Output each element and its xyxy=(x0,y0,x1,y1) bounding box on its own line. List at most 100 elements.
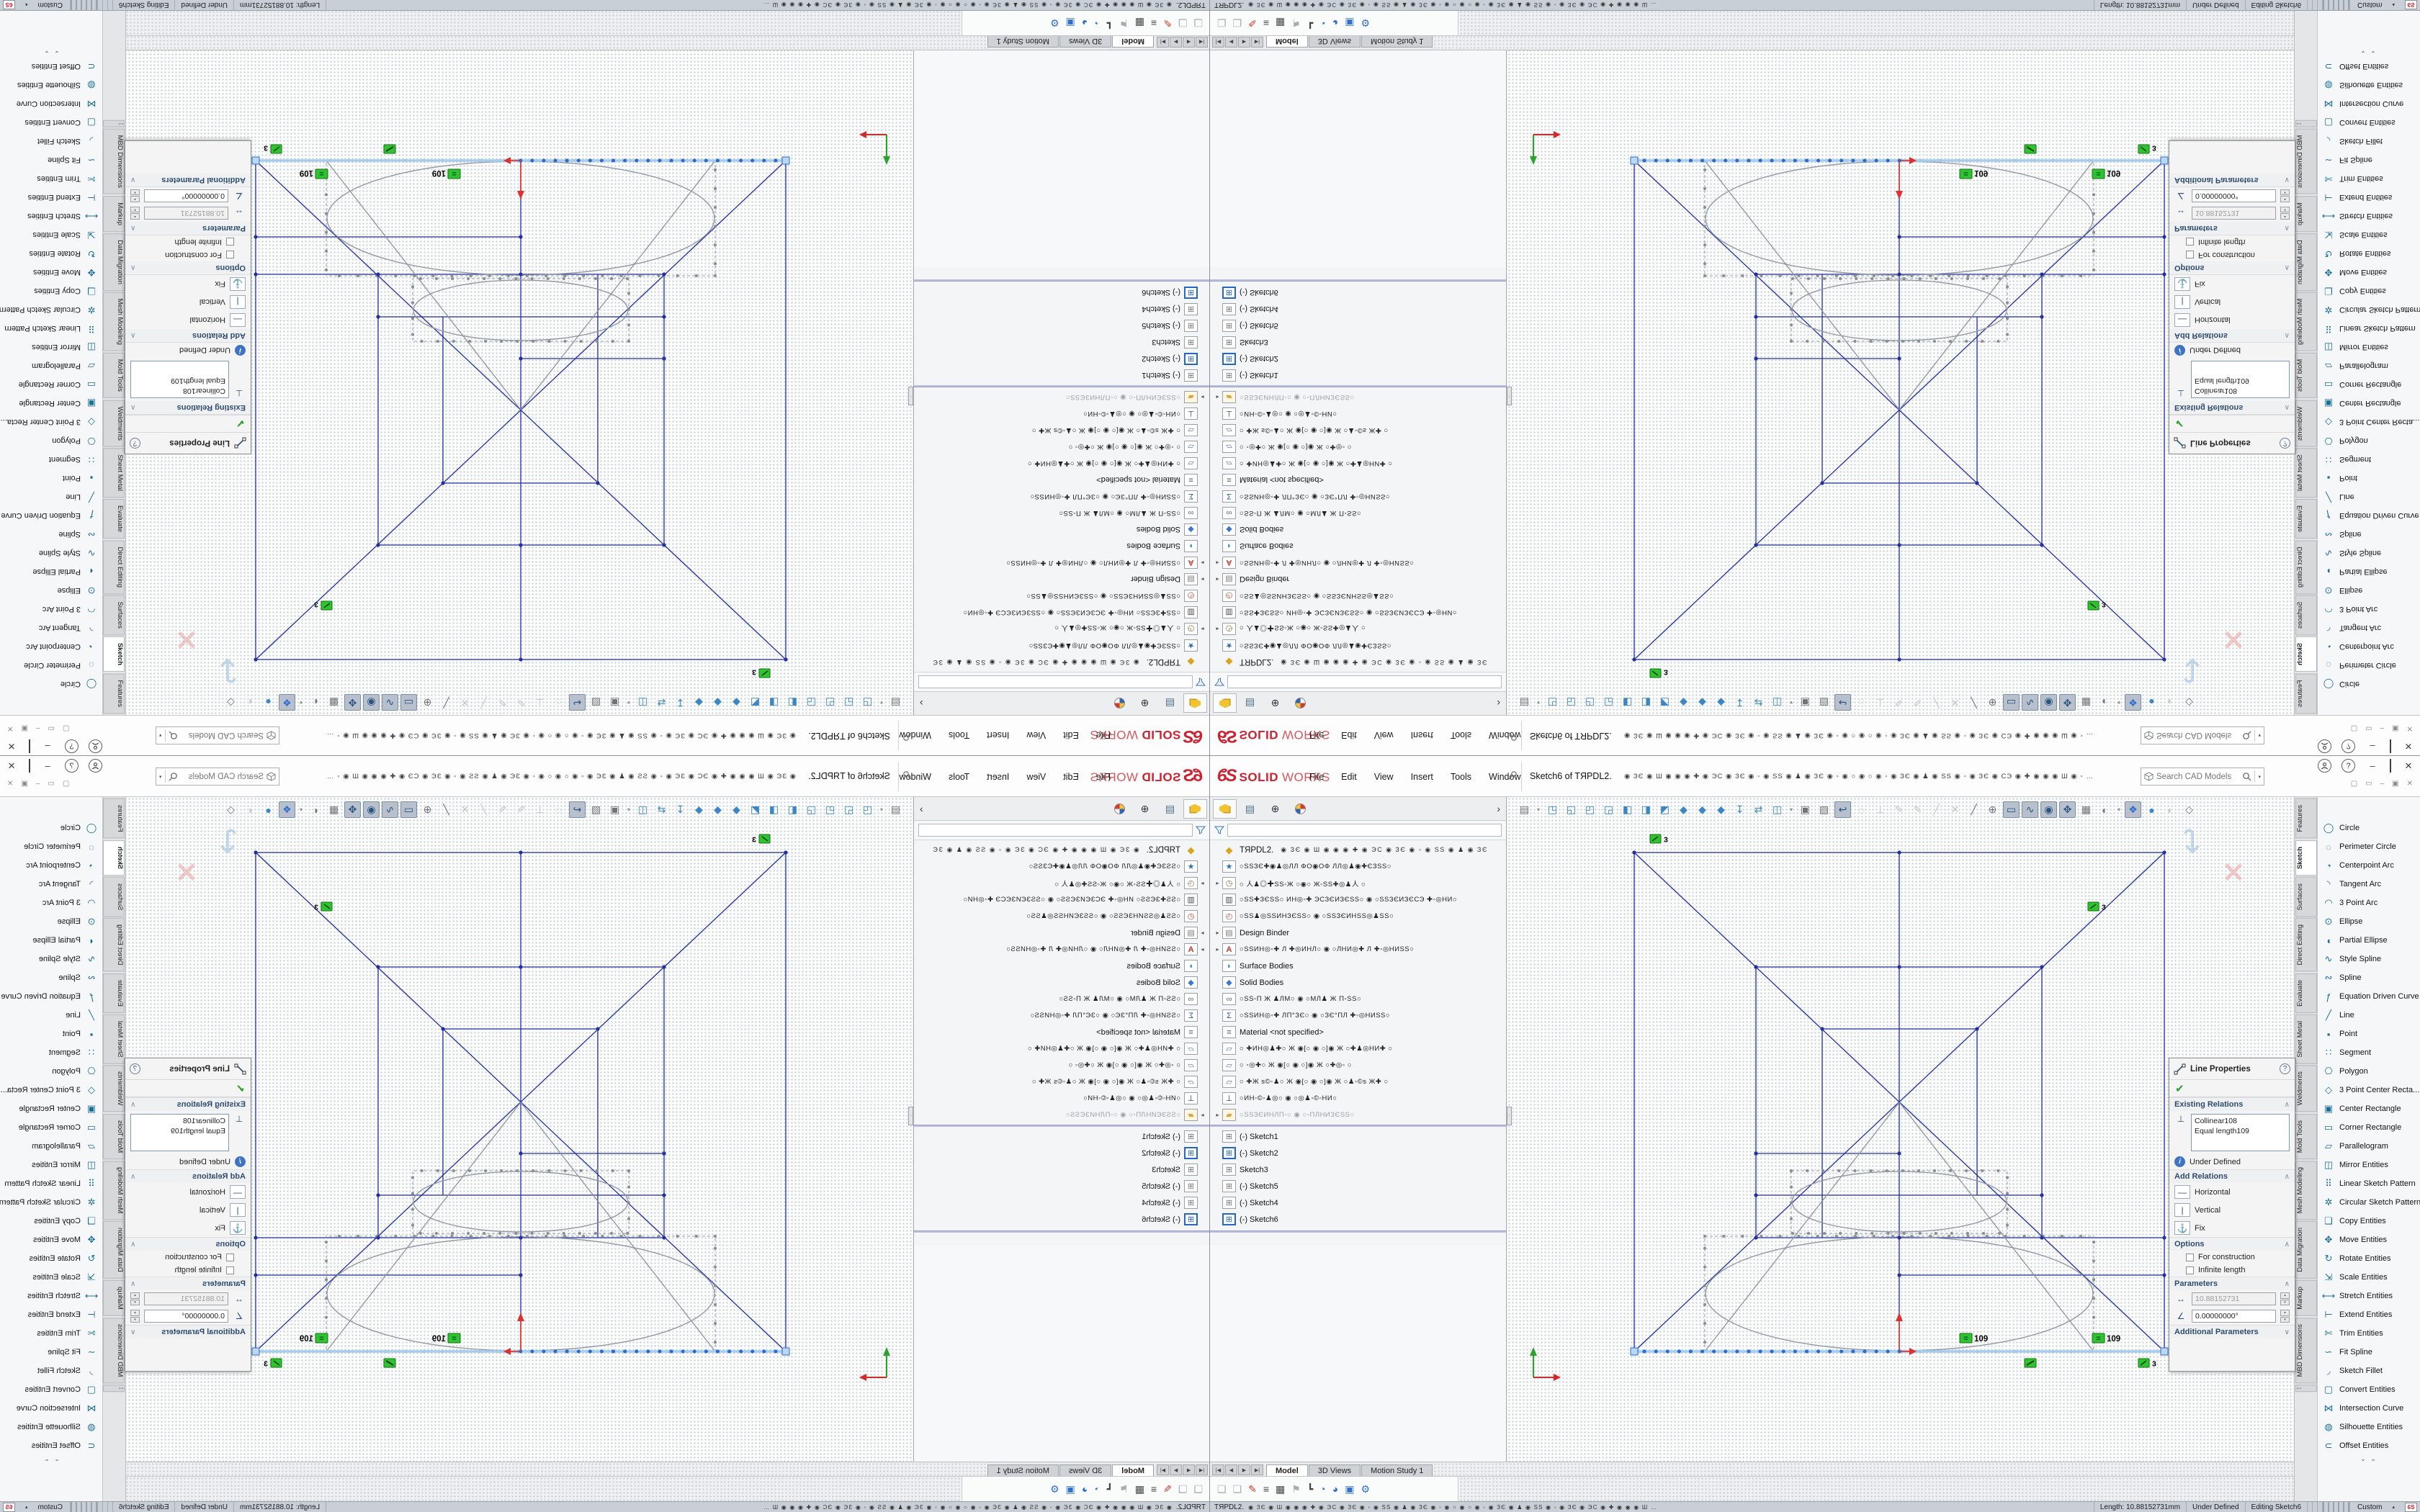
tree-item[interactable]: ▱ ○ ✚Ж ѕ©◦♟○ Ж ◉[○ ◉ ○]◉ Ж ○♟◦©ѕ Ж✚ ○ xyxy=(914,422,1210,438)
motion-toolbar-icon[interactable]: ┗ xyxy=(1107,17,1113,30)
spinner-control[interactable]: ▴▾ xyxy=(2280,1292,2290,1305)
collapse-chevron-icon[interactable]: ∧ xyxy=(130,332,135,340)
add-relation-row[interactable]: — Horizontal xyxy=(2169,311,2295,329)
view-toolbar-icon[interactable]: ⊥ xyxy=(1872,694,1888,711)
view-toolbar-icon[interactable]: ◧ xyxy=(784,694,801,711)
sketch-tool-item[interactable]: ◞ Sketch Fillet xyxy=(2318,132,2420,150)
view-toolbar-icon[interactable]: ╱ xyxy=(438,694,454,711)
view-toolbar-icon[interactable]: ∿ xyxy=(2022,801,2038,818)
view-toolbar-icon[interactable]: ⇄ xyxy=(653,694,670,711)
configurationmanager-tab[interactable]: ⊕ xyxy=(1133,799,1157,819)
view-toolbar-icon[interactable]: ✥ xyxy=(344,694,361,711)
sketch-tree-item[interactable]: ⊞ (-) Sketch1 xyxy=(914,367,1210,384)
cancel-sketch-icon[interactable]: ✕ xyxy=(2222,857,2245,889)
sketch-tool-item[interactable]: ◝ Tangent Arc xyxy=(0,618,102,637)
relation-badge-slash[interactable] xyxy=(384,1359,395,1367)
doc-tile-icon[interactable]: ▭ xyxy=(2365,780,2372,788)
view-toolbar-icon[interactable]: ▭ xyxy=(400,801,417,818)
view-toolbar-icon[interactable]: ✎ xyxy=(513,694,529,711)
sketch-tool-item[interactable]: ∿ Style Spline xyxy=(2318,544,2420,562)
sketch-tool-item[interactable]: ◇ 3 Point Center Recta... xyxy=(2318,1081,2420,1099)
relation-badge-three[interactable]: 3 xyxy=(2138,144,2156,154)
collapse-chevron-icon[interactable]: ∧ xyxy=(130,1241,135,1248)
commandmanager-tab[interactable]: MBD Dimensions xyxy=(103,1318,125,1383)
expand-arrow-icon[interactable]: ▸ xyxy=(1213,394,1222,400)
view-toolbar-icon[interactable]: ◉ xyxy=(363,694,380,711)
sketch-tool-item[interactable]: ◖ Partial Ellipse xyxy=(2318,562,2420,581)
sketch-tool-item[interactable]: ▭ Corner Rectangle xyxy=(2318,1118,2420,1137)
motion-toolbar-icon[interactable]: ▦ xyxy=(1135,17,1144,30)
view-toolbar-icon[interactable]: ✥ xyxy=(2059,694,2076,711)
commandmanager-tab[interactable]: Mesh Modeling xyxy=(103,292,125,351)
propertymanager-tab[interactable]: ▤ xyxy=(1238,799,1262,819)
commandmanager-tab[interactable]: Evaluate xyxy=(2295,499,2317,539)
view-toolbar-icon[interactable]: ◆ xyxy=(728,694,745,711)
units-dropdown[interactable]: Custom ▴ xyxy=(18,0,71,10)
sketch-tool-item[interactable]: ✥ Move Entities xyxy=(0,1230,102,1249)
parameter-input[interactable]: 10.88152731 xyxy=(144,207,228,220)
group-options[interactable]: Options ∧ xyxy=(2169,1237,2295,1251)
doc-close-button[interactable]: ✕ xyxy=(7,780,13,788)
cancel-sketch-icon[interactable]: ✕ xyxy=(175,857,198,889)
sketch-tool-item[interactable]: ∿ Style Spline xyxy=(2318,950,2420,968)
pin-icon[interactable] xyxy=(1508,728,1518,742)
doc-minimize-button[interactable]: – xyxy=(2380,724,2385,732)
sketch-tree-item[interactable]: ⊞ (-) Sketch2 xyxy=(1210,1145,1506,1161)
sketch-tool-item[interactable]: ✲ Circular Sketch Pattern xyxy=(0,300,102,319)
view-toolbar-icon[interactable]: ▤ xyxy=(887,801,904,818)
sketch-tool-item[interactable]: ◝ Tangent Arc xyxy=(2318,618,2420,637)
group-parameters[interactable]: Parameters ∧ xyxy=(125,222,251,235)
menu-item[interactable]: Tools xyxy=(941,727,977,744)
collapse-chevron-icon[interactable]: ∧ xyxy=(2285,1280,2290,1288)
panel-expand-chevron[interactable]: › xyxy=(920,698,923,709)
view-toolbar-icon[interactable]: ◰ xyxy=(822,694,838,711)
relations-listbox[interactable]: Collinear108Equal length109 xyxy=(2191,361,2290,398)
help-icon[interactable]: ? xyxy=(130,1063,140,1074)
expand-arrow-icon[interactable]: ▸ xyxy=(1198,559,1207,566)
menu-item[interactable]: Insert xyxy=(1404,768,1440,786)
tree-splitter[interactable] xyxy=(914,1125,1210,1127)
tree-filter-input[interactable] xyxy=(1227,824,1502,837)
sketch-tool-item[interactable]: ⊙ Ellipse xyxy=(2318,581,2420,600)
sketch-tree-item[interactable]: ⊞ (-) Sketch1 xyxy=(1210,1128,1506,1145)
sketch-tool-item[interactable]: ◯ Circle xyxy=(0,675,102,693)
parameter-input[interactable]: 10.88152731 xyxy=(144,1292,228,1305)
tree-item[interactable]: ▸ ▤ Design Binder xyxy=(1210,924,1506,941)
units-dropdown[interactable]: Custom ▴ xyxy=(2349,0,2402,10)
search-input[interactable] xyxy=(181,732,264,740)
view-toolbar-icon[interactable]: ◆ xyxy=(709,694,726,711)
sketch-tool-item[interactable]: ⊢ Extend Entities xyxy=(0,188,102,207)
tree-item[interactable]: ▸ ▰ ○ЅЅЗЄИНЛП◦○ ◉ ○◦ПЛНИЗЄЅЅ○ xyxy=(1210,1107,1506,1123)
relation-badge-three[interactable]: 3 xyxy=(2088,600,2106,611)
tree-item[interactable]: ◆ Solid Bodies xyxy=(914,521,1210,538)
sketch-tool-item[interactable]: ◖ Partial Ellipse xyxy=(0,562,102,581)
restore-button[interactable] xyxy=(2390,760,2391,773)
motion-toolbar-icon[interactable]: ◔ xyxy=(1319,1483,1325,1495)
search-box[interactable]: ▾ xyxy=(156,726,279,744)
relation-entry[interactable]: Equal length109 xyxy=(2195,1126,2286,1136)
relation-type-icon[interactable]: — xyxy=(230,313,246,327)
relation-type-icon[interactable]: ⚓ xyxy=(230,1221,246,1235)
displaymanager-tab[interactable] xyxy=(1108,694,1131,714)
search-dropdown-icon[interactable]: ▾ xyxy=(159,774,162,780)
view-toolbar-icon[interactable]: ◰ xyxy=(1582,801,1598,818)
sketch-tool-item[interactable]: ⊢ Extend Entities xyxy=(2318,1305,2420,1324)
tree-item[interactable]: ▱ ○ ✚Ж ѕ©◦♟○ Ж ◉[○ ◉ ○]◉ Ж ○♟◦©ѕ Ж✚ ○ xyxy=(1210,1074,1506,1090)
view-toolbar-icon[interactable]: ✕ xyxy=(1947,801,1963,818)
menu-item[interactable]: Tools xyxy=(1443,768,1479,786)
tree-item[interactable]: ▸ ▰ ○ЅЅЗЄИНЛП◦○ ◉ ○◦ПЛНИЗЄЅЅ○ xyxy=(1210,389,1506,405)
motion-toolbar-icon[interactable]: ⚙ xyxy=(1050,17,1059,30)
group-parameters[interactable]: Parameters ∧ xyxy=(2169,222,2295,235)
relation-type-icon[interactable]: ⚓ xyxy=(2174,1221,2190,1235)
tree-item[interactable]: ▱ ○ ✚ИН◎♟✚○ Ж ◉[○ ◉ ○]◉ Ж ○✚♟◎НИ✚ ○ xyxy=(914,455,1210,472)
tree-item[interactable]: ≡ Material <not specified> xyxy=(914,472,1210,488)
commandmanager-tab[interactable]: Evaluate xyxy=(2295,973,2317,1013)
sketch-tool-item[interactable]: ▣ Center Rectangle xyxy=(2318,1099,2420,1118)
sketch-tool-item[interactable]: ◫ Mirror Entities xyxy=(0,1156,102,1174)
view-toolbar-icon[interactable]: ╱ xyxy=(1966,801,1982,818)
view-toolbar-icon[interactable]: ⊥ xyxy=(532,801,548,818)
ok-check-icon[interactable]: ✔ xyxy=(236,418,245,431)
collapse-chevron-icon[interactable]: ∧ xyxy=(2285,332,2290,340)
sketch-tool-item[interactable]: ✲ Circular Sketch Pattern xyxy=(2318,300,2420,319)
sketch-tree-item[interactable]: ⊞ (-) Sketch2 xyxy=(914,351,1210,367)
